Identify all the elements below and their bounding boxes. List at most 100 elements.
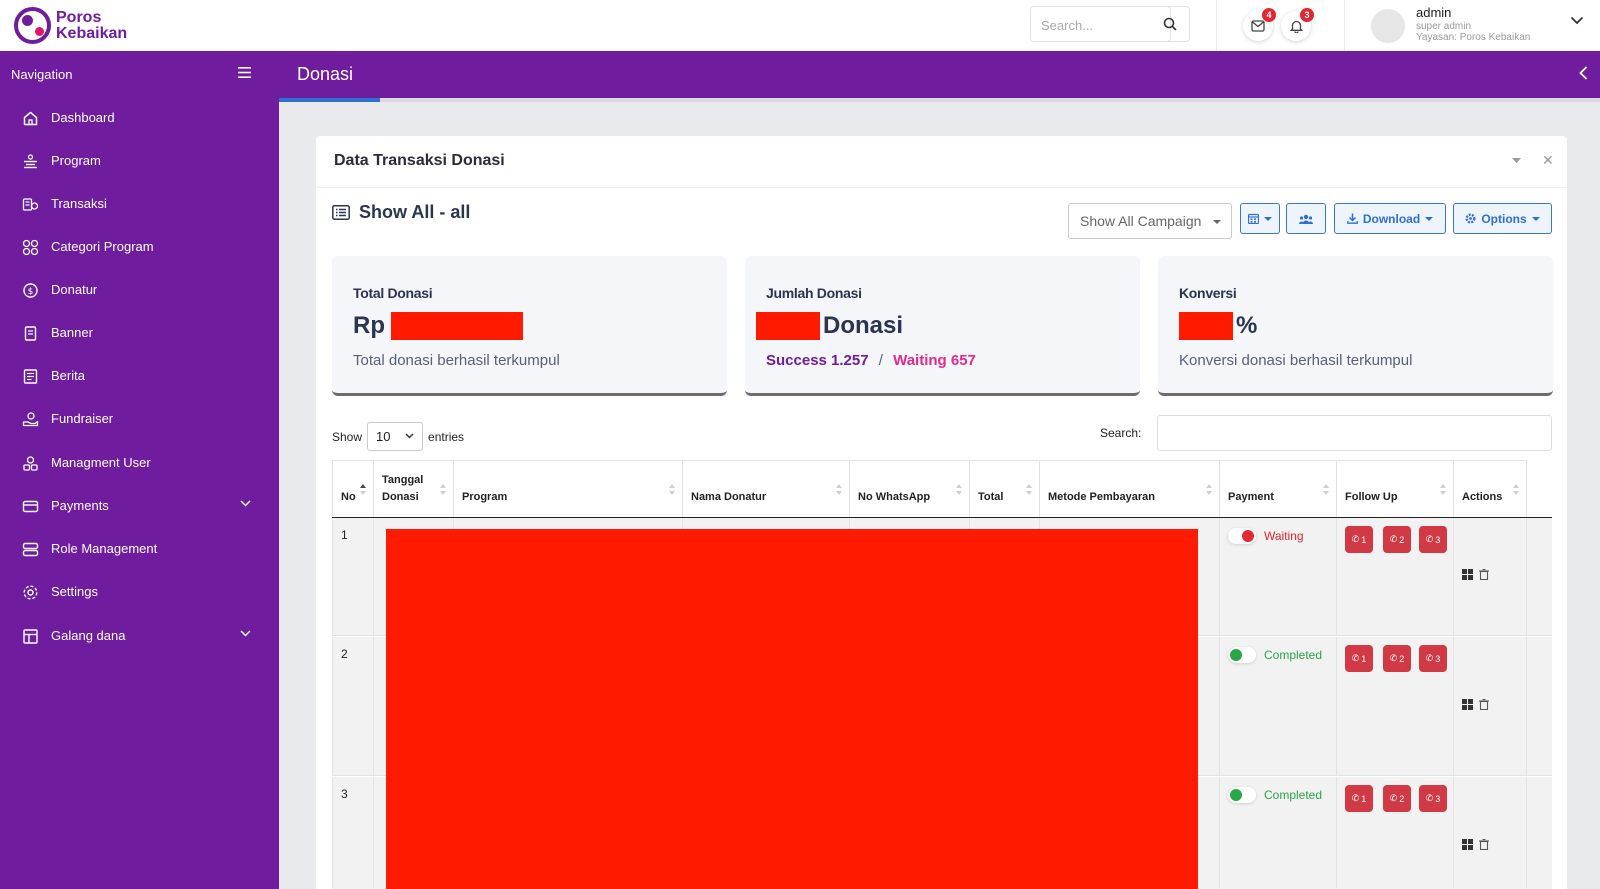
sort-icon: [836, 484, 843, 498]
sidebar-item-categori-program[interactable]: Categori Program: [0, 227, 279, 267]
sidebar-item-label: Managment User: [51, 455, 151, 470]
follow-up-3-button[interactable]: ✆ 3: [1419, 526, 1447, 553]
brand-logo[interactable]: Poros Kebaikan: [14, 7, 127, 44]
mail-count-badge: 4: [1262, 8, 1276, 22]
download-icon: [1346, 213, 1358, 224]
column-header-metode-pembayaran[interactable]: Metode Pembayaran: [1040, 460, 1220, 517]
whatsapp-icon: ✆: [1351, 653, 1360, 663]
brand-name: Poros Kebaikan: [56, 8, 128, 42]
column-header-no[interactable]: No: [332, 460, 374, 517]
news-icon: [23, 369, 38, 384]
trash-icon[interactable]: [1479, 569, 1489, 580]
messages-button[interactable]: 4: [1243, 8, 1276, 41]
stat-jumlah-donasi: Jumlah Donasi Donasi Success 1.257 / Wai…: [745, 256, 1140, 396]
trash-icon[interactable]: [1479, 699, 1489, 710]
sidebar-item-payments[interactable]: Payments: [0, 486, 279, 526]
page-title: Donasi: [297, 64, 354, 84]
entries-select[interactable]: 10: [367, 422, 424, 451]
payment-status-toggle[interactable]: [1228, 647, 1256, 663]
follow-up-1-button[interactable]: ✆ 1: [1345, 526, 1373, 553]
donatur-filter-button[interactable]: [1286, 203, 1326, 234]
grid-icon[interactable]: [1462, 569, 1473, 580]
sidebar-item-settings[interactable]: Settings: [0, 572, 279, 612]
campaign-select[interactable]: Show All Campaign: [1068, 203, 1232, 239]
column-header-tanggal[interactable]: Tanggal Donasi: [374, 460, 454, 517]
sidebar-item-donatur[interactable]: $ Donatur: [0, 270, 279, 310]
user-name: admin: [1416, 5, 1452, 20]
download-label: Download: [1362, 211, 1421, 226]
header-progress-track: [279, 98, 1600, 102]
redacted-value: [1179, 312, 1233, 340]
calendar-icon: [1248, 213, 1259, 224]
trash-icon[interactable]: [1479, 839, 1489, 850]
row-number: 3: [341, 787, 348, 801]
sidebar-item-galang-dana[interactable]: Galang dana: [0, 616, 279, 656]
payment-status: Completed: [1264, 788, 1323, 802]
table-search-input[interactable]: [1157, 415, 1552, 451]
close-icon[interactable]: ✕: [1542, 152, 1554, 169]
mail-icon: [1251, 20, 1265, 32]
whatsapp-icon: ✆: [1351, 534, 1360, 544]
program-icon: [24, 154, 37, 169]
sidebar-item-role-management[interactable]: Role Management: [0, 529, 279, 569]
global-search-button[interactable]: [1150, 6, 1190, 42]
logo-mark-icon: [14, 7, 51, 44]
stat-value: Donasi: [756, 312, 903, 340]
follow-up-3-button[interactable]: ✆ 3: [1419, 785, 1447, 812]
sidebar-item-transaksi[interactable]: Transaksi: [0, 184, 279, 224]
chevron-down-icon[interactable]: [1570, 16, 1584, 25]
column-header-no-whatsapp[interactable]: No WhatsApp: [850, 460, 970, 517]
date-filter-button[interactable]: [1240, 203, 1280, 234]
chevron-left-icon[interactable]: [1579, 66, 1588, 80]
follow-up-1-button[interactable]: ✆ 1: [1345, 785, 1373, 812]
follow-up-2-button[interactable]: ✆ 2: [1383, 645, 1411, 672]
payment-status-toggle[interactable]: [1228, 787, 1256, 803]
notifications-button[interactable]: 3: [1281, 8, 1314, 41]
search-icon: [1163, 17, 1177, 31]
menu-toggle-icon[interactable]: [238, 67, 251, 78]
sidebar-item-managment-user[interactable]: Managment User: [0, 443, 279, 483]
payment-status: Waiting: [1264, 529, 1304, 543]
sidebar-item-fundraiser[interactable]: Fundraiser: [0, 399, 279, 439]
sidebar: Navigation Dashboard Program Transaksi C…: [0, 51, 279, 889]
follow-up-2-button[interactable]: ✆ 2: [1383, 526, 1411, 553]
server-icon: [22, 542, 39, 557]
column-header-follow-up[interactable]: Follow Up: [1337, 460, 1454, 517]
grid-icon[interactable]: [1462, 839, 1473, 850]
follow-up-3-button[interactable]: ✆ 3: [1419, 645, 1447, 672]
sort-icon: [1513, 484, 1520, 498]
chevron-down-icon: [240, 630, 251, 637]
sidebar-item-dashboard[interactable]: Dashboard: [0, 98, 279, 138]
stat-unit: %: [1236, 312, 1258, 339]
download-button[interactable]: Download: [1334, 203, 1446, 234]
card-icon: [22, 500, 39, 513]
sidebar-item-label: Role Management: [51, 541, 158, 556]
column-header-actions[interactable]: Actions: [1454, 460, 1527, 517]
column-header-total[interactable]: Total: [970, 460, 1040, 517]
separator: /: [878, 352, 883, 369]
sidebar-item-berita[interactable]: Berita: [0, 356, 279, 396]
campaign-select-value: Show All Campaign: [1080, 213, 1202, 229]
follow-up-2-button[interactable]: ✆ 2: [1383, 785, 1411, 812]
chevron-down-icon: [240, 500, 251, 507]
sidebar-item-program[interactable]: Program: [0, 141, 279, 181]
sidebar-item-label: Fundraiser: [51, 411, 114, 426]
redacted-table-content: [386, 529, 1198, 889]
grid-icon[interactable]: [1462, 699, 1473, 710]
sidebar-item-banner[interactable]: Banner: [0, 313, 279, 353]
stat-unit: Donasi: [823, 312, 904, 339]
stat-label: Konversi: [1179, 285, 1237, 301]
global-search-input[interactable]: [1041, 15, 1141, 35]
table-length-control: Show 10 entries: [332, 422, 464, 451]
follow-up-1-button[interactable]: ✆ 1: [1345, 645, 1373, 672]
collapse-card-icon[interactable]: [1512, 158, 1521, 164]
header-progress-indicator: [279, 98, 380, 102]
column-header-nama-donatur[interactable]: Nama Donatur: [683, 460, 850, 517]
payment-status-toggle[interactable]: [1228, 528, 1256, 544]
options-button[interactable]: Options: [1453, 203, 1552, 234]
column-header-program[interactable]: Program: [454, 460, 683, 517]
sidebar-item-label: Berita: [51, 368, 85, 383]
column-header-payment[interactable]: Payment: [1220, 460, 1337, 517]
stat-total-donasi: Total Donasi Rp Total donasi berhasil te…: [332, 256, 727, 396]
avatar[interactable]: [1371, 9, 1405, 43]
